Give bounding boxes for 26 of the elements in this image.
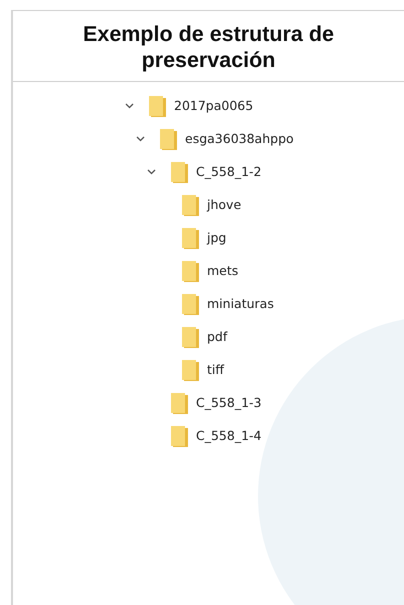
folder-icon [182,260,199,282]
slide-title: Exemplo de estrutura de preservación [13,11,404,82]
folder-icon [182,358,199,380]
folder-label[interactable]: mets [207,263,238,278]
folder-label[interactable]: esga36038ahppo [185,131,294,146]
folder-icon [171,160,188,182]
folder-icon [182,326,199,348]
folder-icon [171,392,188,414]
folder-label[interactable]: 2017pa0065 [174,98,254,113]
folder-label[interactable]: pdf [207,329,228,344]
folder-label[interactable]: jhove [207,197,242,212]
folder-icon [149,94,166,116]
chevron-down-icon[interactable] [125,102,134,108]
folder-label[interactable]: miniaturas [207,296,274,311]
folder-icon [171,424,188,446]
folder-icon [182,194,199,216]
folder-label[interactable]: jpg [207,230,226,245]
folder-label[interactable]: C_558_1-2 [196,164,262,179]
folder-icon [182,292,199,314]
folder-label[interactable]: C_558_1-4 [196,428,262,443]
chevron-down-icon[interactable] [136,136,145,142]
folder-icon [182,226,199,248]
folder-icon [160,128,177,150]
folder-label[interactable]: tiff [207,362,224,377]
folder-label[interactable]: C_558_1-3 [196,395,262,410]
chevron-down-icon[interactable] [147,168,156,174]
